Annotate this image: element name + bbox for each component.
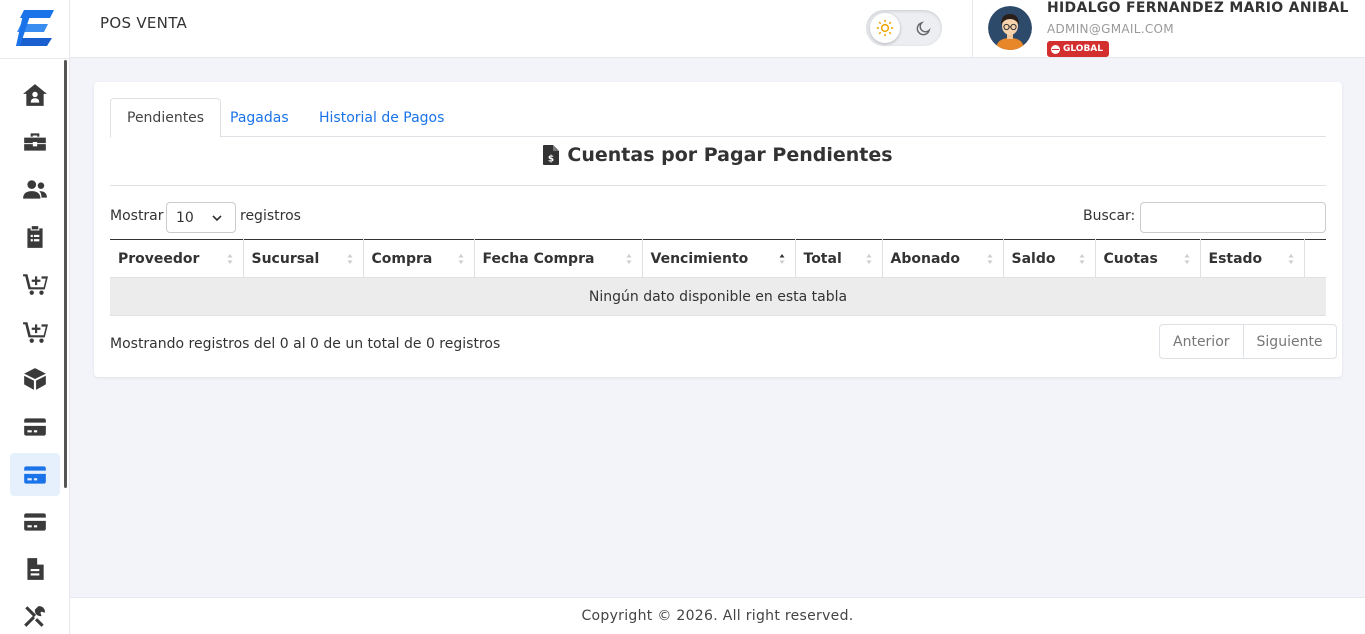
sort-asc-icon [779,254,784,264]
page-length-select[interactable]: 10 [166,202,236,233]
globe-icon [1051,44,1060,54]
badge-label: GLOBAL [1063,44,1104,54]
sidebar-scrollbar[interactable] [64,60,67,488]
user-avatar[interactable] [988,6,1032,50]
footer: Copyright © 2026. All right reserved. [70,597,1365,634]
sidebar-item-purchases[interactable] [10,262,60,305]
user-role-badge: GLOBAL [1047,41,1110,57]
tab-historial-pagos[interactable]: Historial de Pagos [303,98,460,137]
column-header-actions [1304,239,1326,278]
search-input[interactable] [1140,202,1326,233]
sidebar-item-clipboard[interactable] [10,215,60,258]
empty-table-message: Ningún dato disponible en esta tabla [110,277,1326,316]
user-email: ADMIN@GMAIL.COM [1047,22,1174,36]
sidebar-item-briefcase[interactable] [10,120,60,163]
column-header-saldo[interactable]: Saldo [1003,239,1096,278]
sidebar-item-cash[interactable] [10,405,60,448]
column-header-vencimiento[interactable]: Vencimiento [642,239,796,278]
column-header-proveedor[interactable]: Proveedor [110,239,244,278]
light-mode-button[interactable] [870,13,900,43]
tab-pagadas[interactable]: Pagadas [214,98,305,137]
sort-icon [1184,254,1189,264]
credit-card-icon [24,512,46,531]
table-row: Ningún dato disponible en esta tabla [110,277,1326,316]
sidebar-item-sales[interactable] [10,310,60,353]
accounts-payable-table: Proveedor Sucursal Compra Fecha Compra V… [110,239,1326,316]
sidebar-divider [0,58,70,59]
length-label: Mostrar [110,208,164,224]
length-suffix: registros [240,208,301,224]
header-divider [972,0,973,58]
sidebar-item-accounts-payable[interactable] [10,453,60,496]
next-page-button[interactable]: Siguiente [1242,325,1336,358]
app-logo[interactable] [16,8,56,48]
column-header-cuotas[interactable]: Cuotas [1095,239,1201,278]
dark-mode-button[interactable] [908,13,938,43]
sun-icon [876,19,894,37]
clipboard-icon [27,225,43,248]
chevron-down-icon [212,215,222,222]
sort-icon [347,254,352,264]
cart-plus-icon [23,273,48,295]
theme-toggle[interactable] [866,10,942,46]
credit-card-icon [24,417,46,436]
briefcase-icon [24,132,46,151]
previous-page-button[interactable]: Anterior [1160,325,1243,358]
sort-icon [1288,254,1293,264]
tools-icon [24,605,45,627]
column-header-total[interactable]: Total [795,239,883,278]
app-title: POS VENTA [100,14,188,32]
tab-pendientes[interactable]: Pendientes [110,98,222,138]
pagination: Anterior Siguiente [1159,324,1337,359]
sidebar [0,0,70,634]
sort-icon [1079,254,1084,264]
sidebar-item-accounts-receivable[interactable] [10,500,60,543]
column-header-compra[interactable]: Compra [363,239,475,278]
user-name: HIDALGO FERNANDEZ MARIO ANIBAL [1047,0,1349,16]
sort-icon [227,254,232,264]
sidebar-item-users[interactable] [10,168,60,211]
table-header-row: Proveedor Sucursal Compra Fecha Compra V… [110,239,1326,278]
column-header-fecha-compra[interactable]: Fecha Compra [474,239,643,278]
home-icon [23,83,47,106]
credit-card-icon [24,465,46,484]
sort-icon [866,254,871,264]
box-icon [24,367,46,390]
sort-icon [987,254,992,264]
accounts-payable-card: Pendientes Pagadas Historial de Pagos $ … [94,82,1342,377]
sort-icon [626,254,631,264]
table-info: Mostrando registros del 0 al 0 de un tot… [110,336,501,352]
page-title-text: Cuentas por Pagar Pendientes [567,144,893,166]
cart-plus-icon [23,321,48,343]
moon-icon [916,20,931,35]
svg-text:$: $ [548,155,554,165]
title-divider [110,185,1326,186]
users-icon [23,179,47,199]
tab-bar: Pendientes Pagadas Historial de Pagos [110,98,1326,138]
page-title: $ Cuentas por Pagar Pendientes [94,144,1342,166]
top-header: POS VENTA HIDALGO FERNANDEZ MARIO ANIBAL… [70,0,1365,58]
sidebar-item-products[interactable] [10,357,60,400]
page-length-value: 10 [176,209,194,226]
file-invoice-dollar-icon: $ [543,145,560,165]
sidebar-item-settings[interactable] [10,594,60,634]
column-header-sucursal[interactable]: Sucursal [243,239,364,278]
search-label: Buscar: [1083,208,1136,224]
column-header-abonado[interactable]: Abonado [882,239,1004,278]
file-icon [27,557,44,580]
column-header-estado[interactable]: Estado [1200,239,1305,278]
sidebar-item-reports[interactable] [10,547,60,590]
sort-icon [458,254,463,264]
sidebar-item-home[interactable] [10,73,60,116]
